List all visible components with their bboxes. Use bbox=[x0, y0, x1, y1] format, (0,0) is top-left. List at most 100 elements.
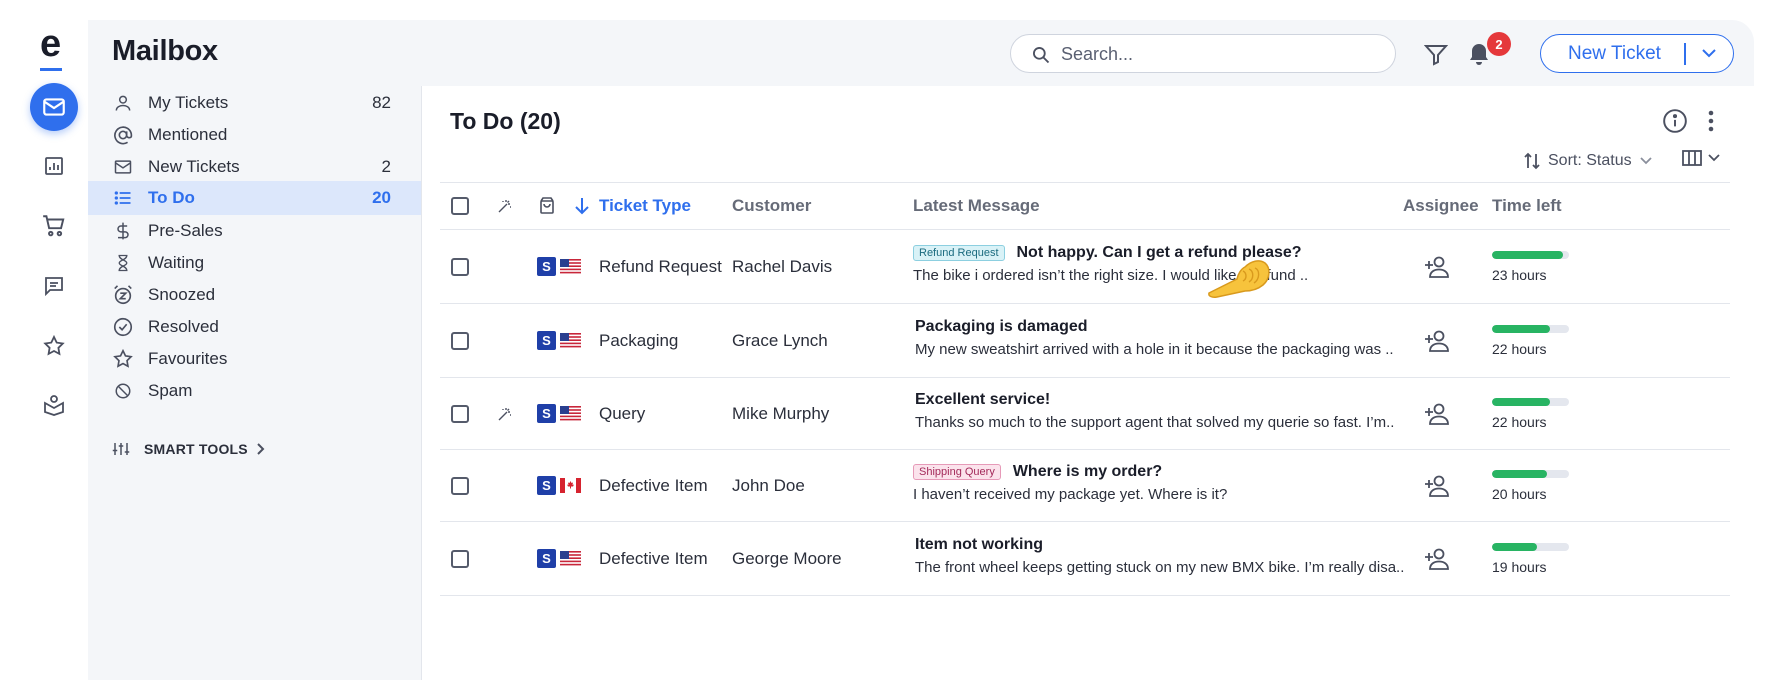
sidebar-item-label: Waiting bbox=[148, 253, 205, 272]
sidebar-item-my-tickets[interactable]: My Tickets 82 bbox=[88, 86, 421, 120]
table-row[interactable]: S Defective Item George Moore Item not work… bbox=[440, 522, 1730, 596]
latest-message[interactable]: Packaging is damaged My new sweatshirt ar… bbox=[915, 318, 1394, 358]
message-subject: Excellent service! bbox=[915, 391, 1051, 408]
at-icon bbox=[112, 124, 134, 146]
add-user-icon bbox=[1425, 256, 1449, 278]
column-assignee[interactable]: Assignee bbox=[1403, 196, 1479, 216]
sidebar-item-mentioned[interactable]: Mentioned bbox=[88, 118, 421, 152]
sidebar-item-waiting[interactable]: Waiting bbox=[88, 246, 421, 280]
column-ticket-type[interactable]: Ticket Type bbox=[599, 196, 691, 216]
search-box[interactable] bbox=[1010, 34, 1396, 73]
add-user-icon bbox=[1425, 548, 1449, 570]
page-title: Mailbox bbox=[112, 35, 218, 67]
ticket-tag: Refund Request bbox=[913, 245, 1005, 261]
columns-toggle[interactable] bbox=[1682, 150, 1720, 166]
assign-button[interactable] bbox=[1423, 547, 1451, 576]
search-input[interactable] bbox=[1061, 41, 1381, 67]
more-options-button[interactable] bbox=[1706, 108, 1716, 139]
sidebar-item-new-tickets[interactable]: New Tickets 2 bbox=[88, 150, 421, 184]
select-all-checkbox[interactable] bbox=[451, 197, 469, 215]
sidebar-item-count: 82 bbox=[372, 93, 391, 112]
new-ticket-button[interactable]: New Ticket bbox=[1540, 34, 1734, 73]
row-checkbox[interactable] bbox=[451, 405, 469, 423]
sort-label: Sort: Status bbox=[1548, 152, 1632, 169]
row-checkbox[interactable] bbox=[451, 550, 469, 568]
column-latest-message[interactable]: Latest Message bbox=[913, 196, 1040, 216]
assign-button[interactable] bbox=[1423, 329, 1451, 358]
time-left-bar bbox=[1492, 251, 1569, 259]
mail-icon bbox=[112, 156, 134, 178]
assign-button[interactable] bbox=[1423, 474, 1451, 503]
app-logo[interactable]: e bbox=[40, 24, 70, 71]
magic-wand-icon[interactable] bbox=[497, 198, 513, 214]
check-circle-icon bbox=[112, 316, 134, 338]
rail-mailbox[interactable] bbox=[30, 83, 78, 131]
chevron-down-icon[interactable] bbox=[1701, 47, 1717, 59]
arrow-down-icon[interactable] bbox=[574, 196, 590, 216]
ticket-type: Defective Item bbox=[599, 476, 708, 495]
rail-chat[interactable] bbox=[30, 262, 78, 310]
rail-orders[interactable] bbox=[30, 202, 78, 250]
more-vertical-icon bbox=[1708, 110, 1714, 132]
notifications-badge: 2 bbox=[1487, 32, 1511, 56]
time-left-bar bbox=[1492, 470, 1569, 478]
flag-ca-icon bbox=[560, 478, 581, 493]
latest-message[interactable]: Item not working The front wheel keeps ge… bbox=[915, 536, 1404, 576]
shopping-bag-icon[interactable] bbox=[539, 197, 555, 215]
time-left: 20 hours bbox=[1492, 470, 1569, 502]
assign-button[interactable] bbox=[1423, 402, 1451, 431]
customer-name: Rachel Davis bbox=[732, 257, 833, 276]
flag-us-icon bbox=[560, 406, 581, 421]
store-country: S bbox=[537, 404, 581, 423]
table-row[interactable]: S Refund Request Rachel Davis Refund Reques… bbox=[440, 230, 1730, 304]
sidebar-item-label: Mentioned bbox=[148, 125, 228, 144]
smart-tools-toggle[interactable]: SMART TOOLS bbox=[112, 437, 266, 461]
time-left-fill bbox=[1492, 251, 1563, 259]
latest-message[interactable]: Excellent service! Thanks so much to the … bbox=[915, 391, 1394, 431]
star-icon bbox=[43, 334, 65, 356]
cart-icon bbox=[43, 215, 65, 237]
new-ticket-label: New Ticket bbox=[1568, 42, 1661, 64]
store-logo-icon: S bbox=[537, 476, 556, 495]
message-subject: Packaging is damaged bbox=[915, 318, 1088, 335]
time-left-fill bbox=[1492, 398, 1550, 406]
list-title: To Do (20) bbox=[450, 108, 561, 134]
info-button[interactable] bbox=[1662, 108, 1688, 139]
user-icon bbox=[112, 92, 134, 114]
sidebar-item-snoozed[interactable]: Snoozed bbox=[88, 278, 421, 312]
message-subject: Item not working bbox=[915, 536, 1043, 553]
rail-knowledge[interactable] bbox=[30, 381, 78, 429]
sidebar-item-resolved[interactable]: Resolved bbox=[88, 310, 421, 344]
ticket-tag: Shipping Query bbox=[913, 464, 1001, 480]
assign-button[interactable] bbox=[1423, 255, 1451, 284]
column-customer[interactable]: Customer bbox=[732, 196, 811, 216]
column-time-left[interactable]: Time left bbox=[1492, 196, 1562, 216]
logo-underline bbox=[40, 68, 62, 71]
row-checkbox[interactable] bbox=[451, 477, 469, 495]
header: Mailbox 2 New Ticket bbox=[88, 20, 1754, 86]
sidebar-item-spam[interactable]: Spam bbox=[88, 374, 421, 408]
time-left-text: 22 hours bbox=[1492, 414, 1547, 430]
block-icon bbox=[112, 380, 134, 402]
message-preview: Thanks so much to the support agent that… bbox=[915, 414, 1395, 431]
table-row[interactable]: S Packaging Grace Lynch Packaging is damage… bbox=[440, 304, 1730, 378]
app-rail: e bbox=[0, 0, 88, 696]
sidebar-item-to-do[interactable]: To Do 20 bbox=[88, 181, 421, 215]
row-checkbox[interactable] bbox=[451, 258, 469, 276]
sort-dropdown[interactable]: Sort: Status bbox=[1524, 150, 1652, 172]
rail-favourites[interactable] bbox=[30, 322, 78, 370]
ticket-table: Ticket Type Customer Latest Message Assi… bbox=[440, 182, 1730, 596]
sidebar-item-favourites[interactable]: Favourites bbox=[88, 342, 421, 376]
customer-name: George Moore bbox=[732, 549, 842, 568]
latest-message[interactable]: Shipping Query Where is my order? I haven’… bbox=[913, 463, 1227, 503]
chevron-right-icon bbox=[257, 443, 265, 455]
smart-tools-label: SMART TOOLS bbox=[144, 441, 248, 457]
row-checkbox[interactable] bbox=[451, 332, 469, 350]
message-subject: Where is my order? bbox=[1012, 463, 1163, 480]
sidebar-item-pre-sales[interactable]: Pre-Sales bbox=[88, 214, 421, 248]
sidebar-item-label: To Do bbox=[148, 188, 195, 207]
table-row[interactable]: S Defective Item John Doe Shipping Query Whe… bbox=[440, 450, 1730, 522]
rail-reports[interactable] bbox=[30, 142, 78, 190]
filter-button[interactable] bbox=[1423, 44, 1449, 71]
table-row[interactable]: S Query Mike Murphy Excellent service! Thank… bbox=[440, 378, 1730, 450]
